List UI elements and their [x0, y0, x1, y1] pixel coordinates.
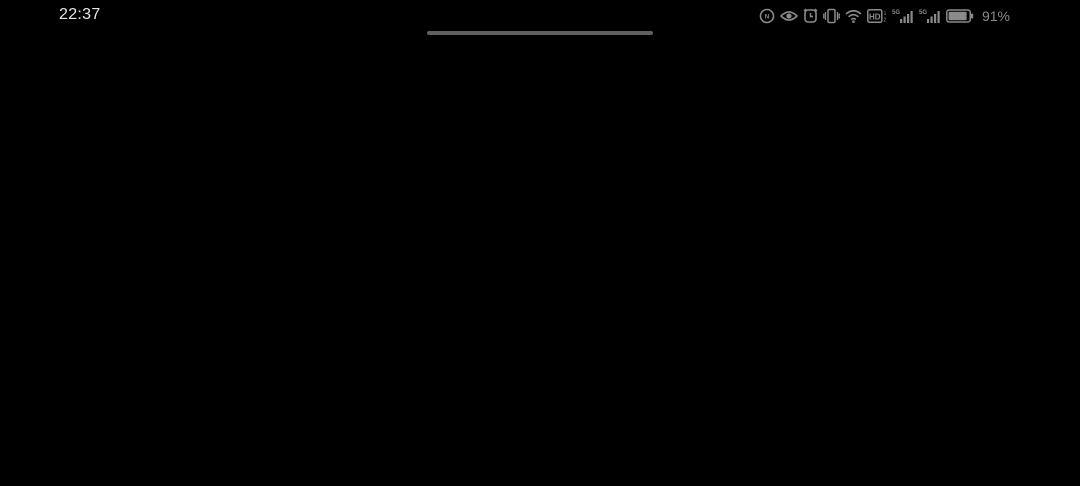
status-icons: N HD 1 2 5G 5G 91% [759, 7, 1010, 25]
hd-voice-icon: HD 1 2 [867, 7, 887, 25]
svg-text:1: 1 [884, 11, 887, 17]
svg-text:5G: 5G [892, 10, 900, 16]
status-bar: 22:37 N HD 1 2 5G 5G 91% [0, 0, 1080, 32]
vibrate-icon [823, 7, 840, 25]
alarm-icon [803, 7, 818, 25]
app-content-area [0, 40, 1080, 486]
status-time: 22:37 [59, 6, 101, 23]
signal-5g-sim1-icon: 5G [892, 7, 914, 25]
nfc-icon: N [759, 7, 775, 25]
svg-text:HD: HD [869, 12, 881, 21]
wifi-icon [845, 7, 862, 25]
eye-comfort-icon [779, 7, 798, 25]
battery-percentage: 91% [981, 8, 1010, 24]
battery-icon [946, 7, 974, 25]
signal-5g-sim2-icon: 5G [919, 7, 941, 25]
svg-text:5G: 5G [919, 10, 927, 16]
gesture-handle[interactable] [427, 31, 653, 35]
screen: 22:37 N HD 1 2 5G 5G 91% [0, 0, 1080, 486]
svg-text:N: N [765, 14, 770, 21]
svg-text:2: 2 [884, 18, 887, 24]
